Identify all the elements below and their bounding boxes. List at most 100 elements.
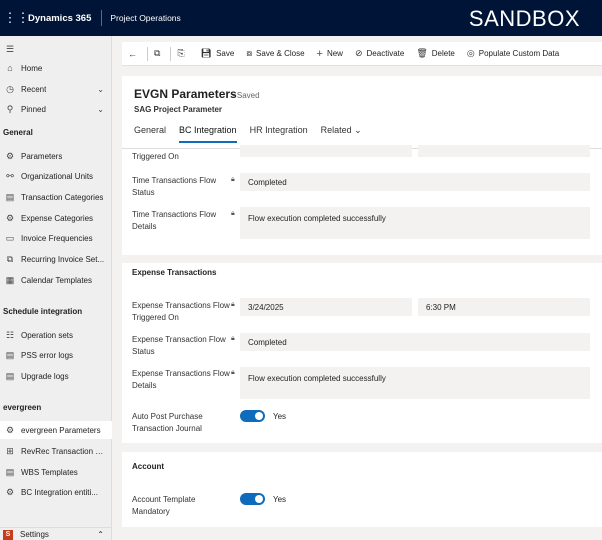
tab-related-label: Related [320,125,352,135]
sitemap-sidebar: ☰ ⌂ Home ◷ Recent ⌄ ⚲ Pinned ⌄ General ⚙… [0,36,112,540]
new-button[interactable]: + New [311,42,349,66]
expense-flow-status-field[interactable]: Completed [240,333,590,351]
sidebar-item-label: Recurring Invoice Set... [21,254,105,264]
gear-icon: ⚙ [5,212,15,223]
delete-button[interactable]: 🗑︎ Delete [410,42,461,66]
command-bar: ← ⧉ ⎘ 💾︎ Save ⧇ Save & Close + New ⊘ Deactiv… [122,42,602,66]
record-title: EVGN Parameters [134,87,237,101]
lock-icon: 🔒︎ [231,335,235,342]
top-navigation-bar: ⋮⋮⋮ Dynamics 365 Project Operations SAND… [0,0,602,36]
open-in-new-window-button[interactable]: ⧉ [148,42,170,66]
sidebar-item-calendar-templates[interactable]: ▦ Calendar Templates [0,271,112,289]
auto-post-toggle[interactable] [240,410,265,422]
gear-icon: ⚙ [5,150,15,161]
save-button[interactable]: 💾︎ Save [195,42,241,66]
save-icon: 💾︎ [200,48,213,58]
section-time-transactions: Triggered On Time Transactions Flow Stat… [122,145,602,255]
auto-post-toggle-label: Yes [273,412,287,421]
expense-flow-details-field[interactable]: Flow execution completed successfully [240,367,590,399]
sidebar-item-recurring-invoice[interactable]: ⧉ Recurring Invoice Set... [0,250,112,268]
populate-label: Populate Custom Data [478,49,560,58]
sidebar-item-label: PSS error logs [21,350,74,360]
back-arrow-icon: ← [128,48,137,59]
document-icon: ▤ [5,191,15,202]
trash-icon: 🗑︎ [416,48,428,58]
time-triggered-time-field[interactable] [418,145,590,157]
tab-related[interactable]: Related ⌄ [321,125,362,143]
sidebar-collapse-button[interactable]: ☰ [0,40,112,58]
sidebar-item-bc-integration-entities[interactable]: ⚙ BC Integration entiti... [0,483,112,501]
save-close-icon: ⧇ [246,48,253,58]
sidebar-item-invoice-frequencies[interactable]: ▭ Invoice Frequencies [0,229,112,247]
sidebar-item-evergreen-parameters[interactable]: ⚙ evergreen Parameters [0,421,112,439]
back-button[interactable]: ← [122,42,147,66]
sidebar-item-recent[interactable]: ◷ Recent ⌄ [0,80,112,98]
sidebar-item-label: Upgrade logs [21,371,69,381]
sidebar-item-pss-error-logs[interactable]: ▤ PSS error logs [0,346,112,364]
area-switcher-settings[interactable]: S Settings ⌃ [0,527,112,540]
recurring-icon: ⧉ [6,253,14,264]
form-options-button[interactable]: ⎘ [171,42,194,66]
tab-bc-integration[interactable]: BC Integration [179,125,237,143]
gear-icon: ⚙ [5,486,15,497]
save-close-label: Save & Close [256,49,305,58]
sidebar-item-label: BC Integration entiti... [21,487,98,497]
sidebar-item-wbs-templates[interactable]: ▤ WBS Templates [0,463,112,481]
sidebar-item-label: Expense Categories [21,213,94,223]
chevron-down-icon: ⌄ [97,84,104,94]
sidebar-item-label: Transaction Categories [21,192,104,202]
sidebar-item-label: Invoice Frequencies [21,233,93,243]
environment-banner: SANDBOX [468,6,580,31]
expense-triggered-date-field[interactable]: 3/24/2025 [240,298,412,316]
deactivate-button[interactable]: ⊘ Deactivate [349,42,410,66]
sidebar-item-operation-sets[interactable]: ☷ Operation sets [0,326,112,344]
popout-icon: ⧉ [154,48,161,58]
section-account: Account Account Template Mandatory Yes [122,452,602,527]
list-icon: ☷ [5,329,15,340]
calendar-icon: ▦ [5,274,15,285]
sidebar-item-transaction-categories[interactable]: ▤ Transaction Categories [0,188,112,206]
populate-icon: ◎ [466,48,475,58]
chevron-down-icon: ⌄ [354,125,362,135]
time-flow-status-field[interactable]: Completed [240,173,590,191]
app-launcher-icon[interactable]: ⋮⋮⋮ [0,0,30,36]
field-label-expense-triggered-on: Expense Transactions Flow Triggered On [132,301,230,322]
sidebar-item-pinned[interactable]: ⚲ Pinned ⌄ [0,100,112,118]
log-icon: ▤ [5,349,15,360]
section-title: Expense Transactions [132,268,217,277]
pin-icon: ⚲ [6,103,14,114]
form-tabs: General BC Integration HR Integration Re… [134,125,375,143]
sidebar-item-upgrade-logs[interactable]: ▤ Upgrade logs [0,367,112,385]
expense-triggered-time-field[interactable]: 6:30 PM [418,298,590,316]
tab-general[interactable]: General [134,125,166,143]
sidebar-group-general: General [3,128,33,137]
sidebar-item-expense-categories[interactable]: ⚙ Expense Categories [0,209,112,227]
time-flow-details-field[interactable]: Flow execution completed successfully [240,207,590,239]
sidebar-item-organizational-units[interactable]: ⚯ Organizational Units [0,167,112,185]
settings-badge-icon: S [3,529,13,540]
time-triggered-date-field[interactable] [240,145,412,157]
hamburger-icon: ☰ [5,43,15,54]
populate-custom-data-button[interactable]: ◎ Populate Custom Data [461,42,565,66]
chevron-down-icon: ⌄ [97,104,104,114]
sidebar-group-schedule-integration: Schedule integration [3,307,83,316]
sidebar-item-label: Organizational Units [21,171,94,181]
save-and-close-button[interactable]: ⧇ Save & Close [240,42,310,66]
area-name[interactable]: Project Operations [102,13,180,23]
account-template-mandatory-toggle[interactable] [240,493,265,505]
app-name[interactable]: Dynamics 365 [20,13,101,24]
field-label-expense-flow-status: Expense Transaction Flow Status [132,335,226,356]
hierarchy-icon: ⚯ [6,170,14,181]
settings-label: Settings [20,530,49,539]
home-icon: ⌂ [7,63,13,73]
sidebar-item-parameters[interactable]: ⚙ Parameters [0,147,112,165]
sidebar-item-home[interactable]: ⌂ Home [0,59,112,77]
sidebar-item-revrec-transaction[interactable]: ⊞ RevRec Transaction C... [0,442,112,460]
sidebar-item-label: RevRec Transaction C... [21,446,107,456]
lock-icon: 🔒︎ [231,176,235,183]
entity-name: SAG Project Parameter [134,105,223,114]
field-label-time-flow-status: Time Transactions Flow Status [132,176,217,197]
sidebar-item-label: Parameters [21,151,63,161]
section-expense-transactions: Expense Transactions Expense Transaction… [122,263,602,443]
tab-hr-integration[interactable]: HR Integration [250,125,308,143]
